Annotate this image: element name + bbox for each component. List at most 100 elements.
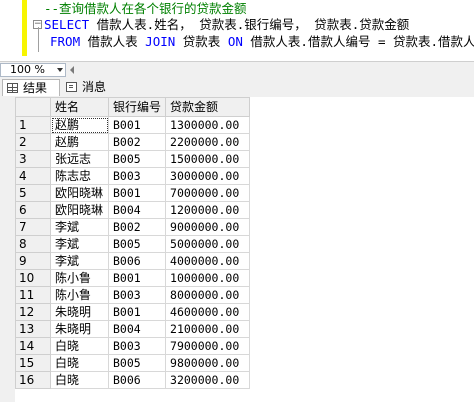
results-grid[interactable]: 姓名 银行编号 贷款金额 1 赵鹏 B001 1300000.00 2 赵鹏 B002 220… — [0, 97, 474, 402]
cell-bank[interactable]: B005 — [107, 235, 167, 253]
row-number[interactable]: 8 — [15, 235, 51, 253]
table-row[interactable]: 6 欧阳晓琳 B004 1200000.00 — [15, 201, 251, 219]
keyword-from: FROM — [50, 34, 81, 49]
cell-name[interactable]: 陈小鲁 — [50, 269, 109, 287]
sql-query-window: − --查询借款人在各个银行的贷款金额 SELECT 借款人表.姓名， 贷款表.… — [0, 0, 474, 402]
cell-bank[interactable]: B002 — [107, 218, 167, 236]
cell-amount[interactable]: 2200000.00 — [165, 133, 251, 151]
cell-name[interactable]: 张远志 — [50, 150, 109, 168]
from-table: 借款人表 — [80, 34, 146, 49]
cell-amount[interactable]: 5000000.00 — [165, 235, 251, 253]
cell-bank[interactable]: B004 — [107, 201, 167, 219]
cell-name[interactable]: 赵鹏 — [50, 133, 109, 151]
table-row[interactable]: 2 赵鹏 B002 2200000.00 — [15, 133, 251, 151]
table-row[interactable]: 13 朱晓明 B004 2100000.00 — [15, 320, 251, 338]
table-row[interactable]: 12 朱晓明 B001 4600000.00 — [15, 303, 251, 321]
cell-name[interactable]: 赵鹏 — [50, 116, 109, 134]
cell-amount[interactable]: 1200000.00 — [165, 201, 251, 219]
row-number[interactable]: 11 — [15, 286, 51, 304]
row-number[interactable]: 9 — [15, 252, 51, 270]
cell-bank[interactable]: B001 — [107, 116, 167, 134]
row-number-header[interactable] — [15, 97, 51, 117]
cell-name[interactable]: 白晓 — [50, 354, 109, 372]
row-number[interactable]: 4 — [15, 167, 51, 185]
cell-bank[interactable]: B006 — [107, 371, 167, 389]
column-header-amount[interactable]: 贷款金额 — [165, 97, 251, 117]
table-row[interactable]: 8 李斌 B005 5000000.00 — [15, 235, 251, 253]
row-number[interactable]: 13 — [15, 320, 51, 338]
table-row[interactable]: 3 张远志 B005 1500000.00 — [15, 150, 251, 168]
code-line-from: FROM 借款人表 JOIN 贷款表 ON 借款人表.借款人编号 = 贷款表.借… — [50, 33, 474, 50]
table-row[interactable]: 7 李斌 B002 9000000.00 — [15, 218, 251, 236]
cell-bank[interactable]: B001 — [107, 184, 167, 202]
cell-amount[interactable]: 3200000.00 — [165, 371, 251, 389]
table-row[interactable]: 4 陈志忠 B003 3000000.00 — [15, 167, 251, 185]
results-table: 姓名 银行编号 贷款金额 1 赵鹏 B001 1300000.00 2 赵鹏 B002 220… — [15, 97, 251, 389]
row-number[interactable]: 1 — [15, 116, 51, 134]
cell-bank[interactable]: B006 — [107, 252, 167, 270]
row-number[interactable]: 7 — [15, 218, 51, 236]
table-row[interactable]: 15 白晓 B005 9800000.00 — [15, 354, 251, 372]
cell-amount[interactable]: 7000000.00 — [165, 184, 251, 202]
row-number[interactable]: 10 — [15, 269, 51, 287]
keyword-join: JOIN — [145, 34, 176, 49]
cell-bank[interactable]: B003 — [107, 337, 167, 355]
column-header-name[interactable]: 姓名 — [50, 97, 109, 117]
table-row[interactable]: 16 白晓 B006 3200000.00 — [15, 371, 251, 389]
table-row[interactable]: 14 白晓 B003 7900000.00 — [15, 337, 251, 355]
cell-bank[interactable]: B003 — [107, 167, 167, 185]
cell-bank[interactable]: B002 — [107, 133, 167, 151]
cell-amount[interactable]: 4000000.00 — [165, 252, 251, 270]
cell-bank[interactable]: B001 — [107, 269, 167, 287]
cell-amount[interactable]: 9000000.00 — [165, 218, 251, 236]
cell-bank[interactable]: B001 — [107, 303, 167, 321]
table-row[interactable]: 10 陈小鲁 B001 1000000.00 — [15, 269, 251, 287]
tab-results-label: 结果 — [23, 81, 48, 95]
table-row[interactable]: 9 李斌 B006 4000000.00 — [15, 252, 251, 270]
row-number[interactable]: 3 — [15, 150, 51, 168]
tab-messages[interactable]: 消息 — [62, 79, 120, 96]
cell-bank[interactable]: B005 — [107, 354, 167, 372]
row-number[interactable]: 14 — [15, 337, 51, 355]
cell-amount[interactable]: 1500000.00 — [165, 150, 251, 168]
zoom-dropdown[interactable]: 100 % — [0, 63, 66, 77]
row-number[interactable]: 16 — [15, 371, 51, 389]
cell-amount[interactable]: 2100000.00 — [165, 320, 251, 338]
cell-amount[interactable]: 1000000.00 — [165, 269, 251, 287]
cell-name[interactable]: 李斌 — [50, 218, 109, 236]
row-number[interactable]: 12 — [15, 303, 51, 321]
row-number[interactable]: 5 — [15, 184, 51, 202]
cell-amount[interactable]: 3000000.00 — [165, 167, 251, 185]
cell-amount[interactable]: 8000000.00 — [165, 286, 251, 304]
row-number[interactable]: 6 — [15, 201, 51, 219]
cell-bank[interactable]: B004 — [107, 320, 167, 338]
scroll-left-icon[interactable] — [70, 66, 74, 74]
cell-name[interactable]: 陈小鲁 — [50, 286, 109, 304]
cell-name[interactable]: 白晓 — [50, 337, 109, 355]
cell-name[interactable]: 李斌 — [50, 252, 109, 270]
cell-name[interactable]: 陈志忠 — [50, 167, 109, 185]
cell-name[interactable]: 欧阳晓琳 — [50, 184, 109, 202]
cell-name[interactable]: 白晓 — [50, 371, 109, 389]
column-header-bank[interactable]: 银行编号 — [107, 97, 167, 117]
row-number[interactable]: 15 — [15, 354, 51, 372]
cell-name[interactable]: 朱晓明 — [50, 303, 109, 321]
cell-amount[interactable]: 4600000.00 — [165, 303, 251, 321]
join-condition: 借款人表.借款人编号 = 贷款表.借款人编号; — [250, 34, 474, 49]
cell-name[interactable]: 朱晓明 — [50, 320, 109, 338]
cell-amount[interactable]: 9800000.00 — [165, 354, 251, 372]
change-marker-bar — [22, 0, 27, 56]
table-row[interactable]: 11 陈小鲁 B003 8000000.00 — [15, 286, 251, 304]
chevron-down-icon[interactable] — [57, 68, 63, 72]
cell-amount[interactable]: 1300000.00 — [165, 116, 251, 134]
cell-bank[interactable]: B005 — [107, 150, 167, 168]
row-number[interactable]: 2 — [15, 133, 51, 151]
cell-bank[interactable]: B003 — [107, 286, 167, 304]
cell-name[interactable]: 李斌 — [50, 235, 109, 253]
sql-editor[interactable]: − --查询借款人在各个银行的贷款金额 SELECT 借款人表.姓名， 贷款表.… — [0, 0, 474, 58]
tab-results[interactable]: 结果 — [2, 79, 60, 96]
table-row[interactable]: 1 赵鹏 B001 1300000.00 — [15, 116, 251, 134]
table-row[interactable]: 5 欧阳晓琳 B001 7000000.00 — [15, 184, 251, 202]
cell-name[interactable]: 欧阳晓琳 — [50, 201, 109, 219]
cell-amount[interactable]: 7900000.00 — [165, 337, 251, 355]
